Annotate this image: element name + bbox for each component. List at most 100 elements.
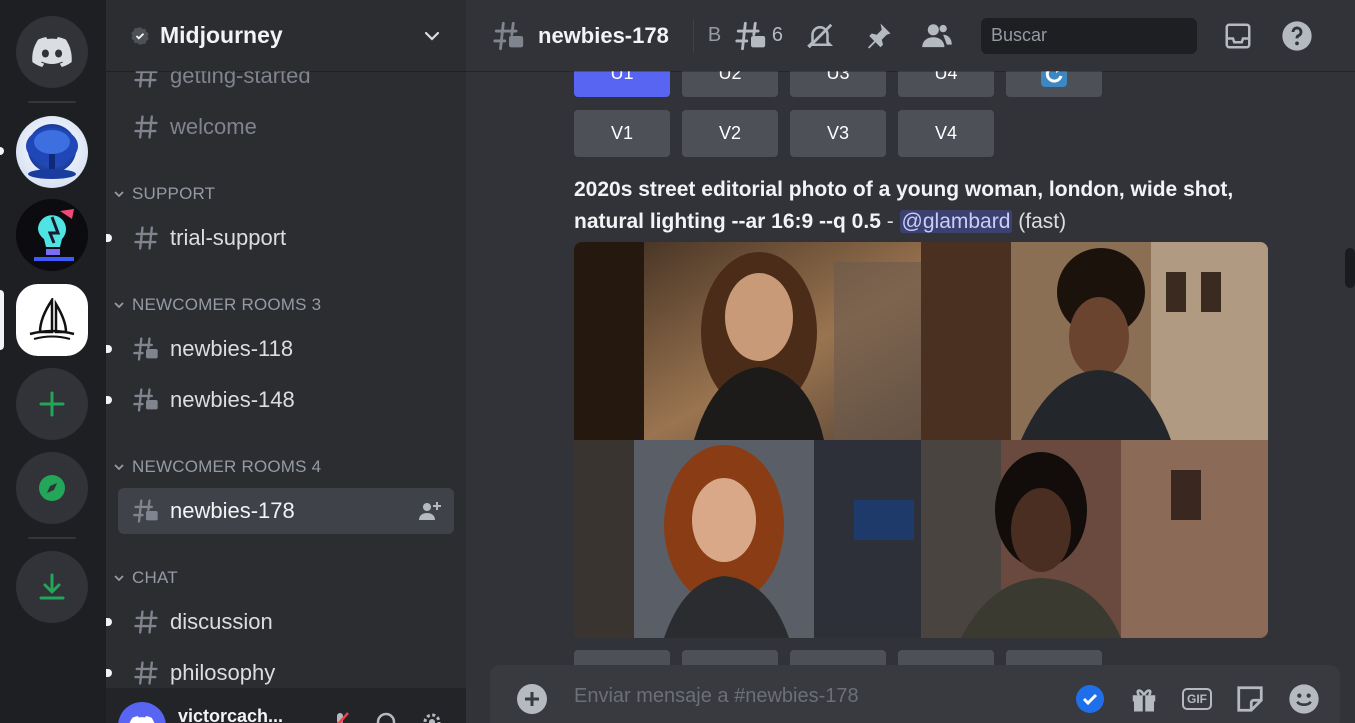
- category-newcomer-rooms-4[interactable]: NEWCOMER ROOMS 4: [112, 457, 321, 477]
- channel-sidebar: Midjourney getting-started welcome SUPPO…: [106, 0, 466, 723]
- muted-mic-icon[interactable]: [328, 710, 352, 723]
- inbox-icon[interactable]: [1223, 19, 1257, 53]
- add-server-button[interactable]: [16, 368, 88, 440]
- search-box[interactable]: [980, 17, 1223, 54]
- channel-topbar: newbies-178 B 6: [466, 0, 1355, 71]
- server-icon-tree[interactable]: [16, 116, 88, 188]
- category-chat[interactable]: CHAT: [112, 568, 178, 588]
- invite-user-icon[interactable]: [418, 500, 442, 522]
- category-label: CHAT: [132, 568, 178, 587]
- search-input[interactable]: [990, 25, 1223, 46]
- threaded-hash-icon: [493, 21, 524, 50]
- chat-area: U1 U2 U3 U4 V1 V2 V3 V4 2020s street edi…: [466, 0, 1355, 723]
- discord-logo-icon: [32, 37, 72, 67]
- unread-indicator: [106, 396, 112, 404]
- channel-newbies-178[interactable]: newbies-178: [118, 488, 454, 534]
- emoji-icon[interactable]: [1288, 683, 1320, 715]
- image-tile-4[interactable]: [921, 440, 1268, 638]
- avatar[interactable]: [118, 702, 166, 723]
- channel-label: newbies-178: [170, 498, 295, 523]
- sticker-icon[interactable]: [1234, 683, 1266, 715]
- verified-check-icon[interactable]: [1074, 683, 1106, 715]
- channel-label: newbies-118: [170, 336, 294, 361]
- server-icon-midjourney[interactable]: [16, 284, 88, 356]
- hash-icon: [134, 226, 158, 250]
- user-panel: victorcach...: [106, 688, 466, 723]
- threads-count: 6: [771, 24, 783, 46]
- headphones-icon[interactable]: [374, 710, 398, 723]
- download-icon: [39, 573, 65, 600]
- hash-icon: [134, 115, 158, 139]
- rail-separator-2: [28, 537, 76, 539]
- threaded-hash-icon: [133, 388, 158, 412]
- server-rail: [0, 0, 106, 723]
- channel-topic[interactable]: B: [708, 24, 730, 47]
- variation-button-1[interactable]: V1: [574, 110, 670, 157]
- threaded-hash-icon: [133, 499, 158, 523]
- unread-pill: [0, 147, 4, 155]
- portrait-image: [921, 242, 1268, 440]
- variation-button-3[interactable]: V3: [790, 110, 886, 157]
- download-apps-button[interactable]: [16, 551, 88, 623]
- variation-button-2[interactable]: V2: [682, 110, 778, 157]
- portrait-image: [574, 242, 921, 440]
- channel-newbies-118[interactable]: newbies-118: [106, 326, 454, 372]
- channel-label: welcome: [170, 114, 257, 139]
- chevron-down-icon: [114, 191, 124, 198]
- threaded-hash-icon: [133, 337, 158, 361]
- channel-newbies-148[interactable]: newbies-148: [106, 377, 454, 423]
- variation-button-4[interactable]: V4: [898, 110, 994, 157]
- compass-icon: [39, 475, 65, 501]
- sailboat-icon: [29, 298, 75, 340]
- composer-actions: GIF: [1074, 683, 1320, 715]
- explore-servers-button[interactable]: [16, 452, 88, 524]
- message-input[interactable]: [574, 685, 1074, 708]
- image-tile-3[interactable]: [574, 440, 921, 638]
- server-name: Midjourney: [160, 22, 283, 48]
- channel-label: discussion: [170, 609, 273, 634]
- help-icon[interactable]: [1281, 19, 1315, 53]
- category-newcomer-rooms-3[interactable]: NEWCOMER ROOMS 3: [112, 295, 321, 315]
- user-controls: [328, 710, 444, 723]
- hash-icon: [134, 661, 158, 685]
- gift-icon[interactable]: [1128, 683, 1160, 715]
- pin-icon[interactable]: [863, 19, 897, 53]
- speed-label: (fast): [1012, 210, 1067, 233]
- chevron-down-icon: [114, 302, 124, 309]
- members-icon[interactable]: [921, 19, 955, 53]
- category-support[interactable]: SUPPORT: [112, 184, 215, 204]
- channel-label: trial-support: [170, 225, 287, 250]
- scrollbar-thumb[interactable]: [1345, 248, 1355, 288]
- chevron-down-icon: [424, 31, 440, 41]
- notifications-muted-icon[interactable]: [805, 19, 839, 53]
- discord-app: Midjourney getting-started welcome SUPPO…: [0, 0, 1355, 723]
- home-button[interactable]: [16, 16, 88, 88]
- server-icon-bulb[interactable]: [16, 199, 88, 271]
- channel-welcome[interactable]: welcome: [118, 104, 454, 150]
- server-header[interactable]: Midjourney: [106, 0, 466, 71]
- rail-separator: [28, 101, 76, 103]
- verified-badge-icon: [131, 26, 149, 45]
- threads-button[interactable]: 6: [734, 19, 783, 53]
- image-tile-2[interactable]: [921, 242, 1268, 440]
- image-tile-1[interactable]: [574, 242, 921, 440]
- unread-indicator: [106, 669, 112, 677]
- category-label: NEWCOMER ROOMS 4: [132, 457, 322, 476]
- chevron-down-icon: [114, 464, 124, 471]
- gif-button[interactable]: GIF: [1182, 688, 1212, 710]
- message-text: 2020s street editorial photo of a young …: [574, 174, 1234, 238]
- channel-trial-support[interactable]: trial-support: [106, 215, 454, 261]
- category-label: SUPPORT: [132, 184, 216, 203]
- channel-label: philosophy: [170, 660, 276, 685]
- separator: -: [880, 210, 900, 233]
- chevron-down-icon: [114, 575, 124, 582]
- unread-indicator: [106, 618, 112, 626]
- user-mention[interactable]: @glambard: [899, 210, 1013, 233]
- hash-icon: [134, 610, 158, 634]
- upload-plus-icon[interactable]: [516, 683, 548, 715]
- gear-icon[interactable]: [420, 710, 444, 723]
- message-composer: GIF: [490, 665, 1340, 723]
- channel-discussion[interactable]: discussion: [106, 599, 454, 645]
- unread-indicator: [106, 234, 112, 242]
- image-grid[interactable]: [574, 242, 1268, 638]
